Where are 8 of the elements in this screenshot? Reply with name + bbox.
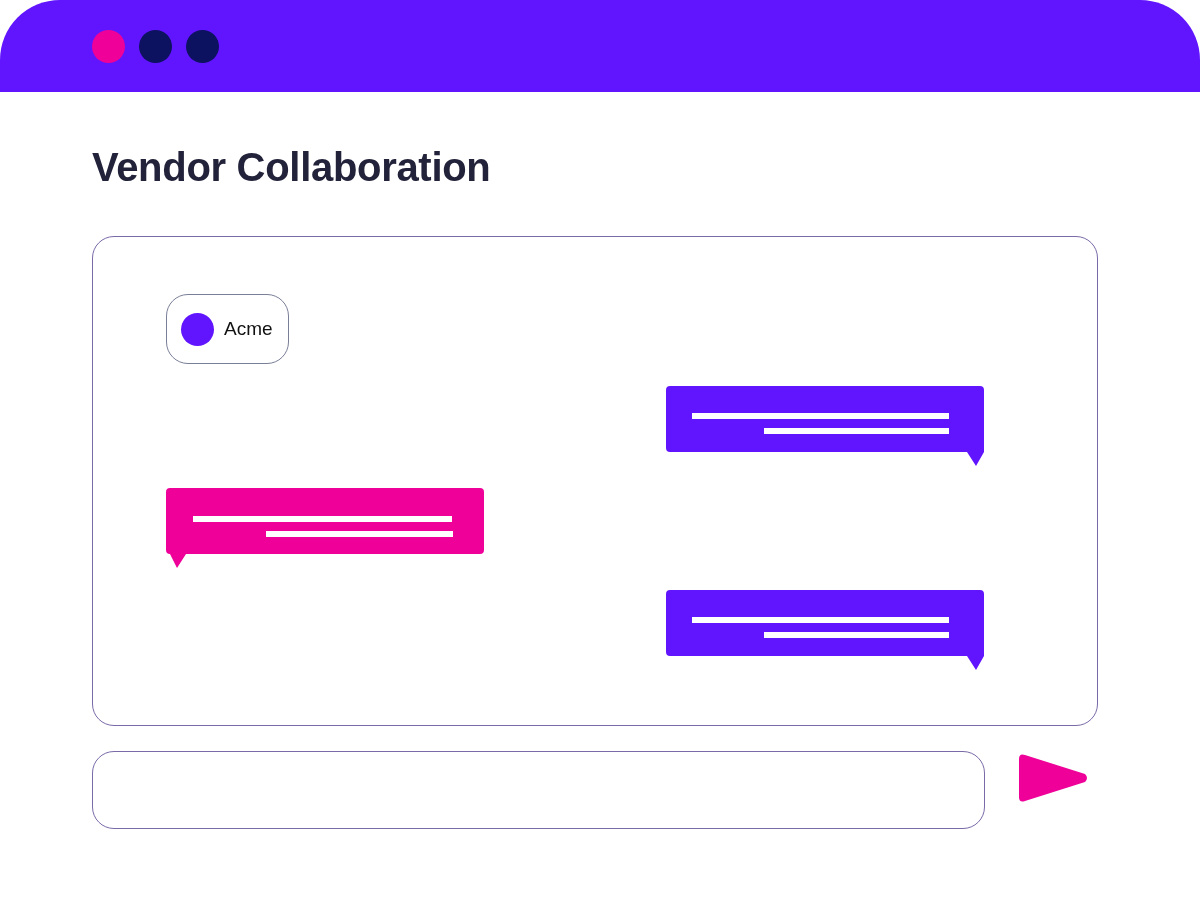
window-control-dot[interactable] (139, 29, 172, 63)
window-control-dot[interactable] (92, 29, 125, 63)
page-title: Vendor Collaboration (92, 144, 492, 190)
avatar-circle (181, 312, 214, 346)
send-button[interactable] (1017, 752, 1089, 803)
window-control-dot[interactable] (186, 29, 219, 63)
participant-name: Acme (224, 316, 273, 341)
message-input-field[interactable] (92, 751, 985, 829)
